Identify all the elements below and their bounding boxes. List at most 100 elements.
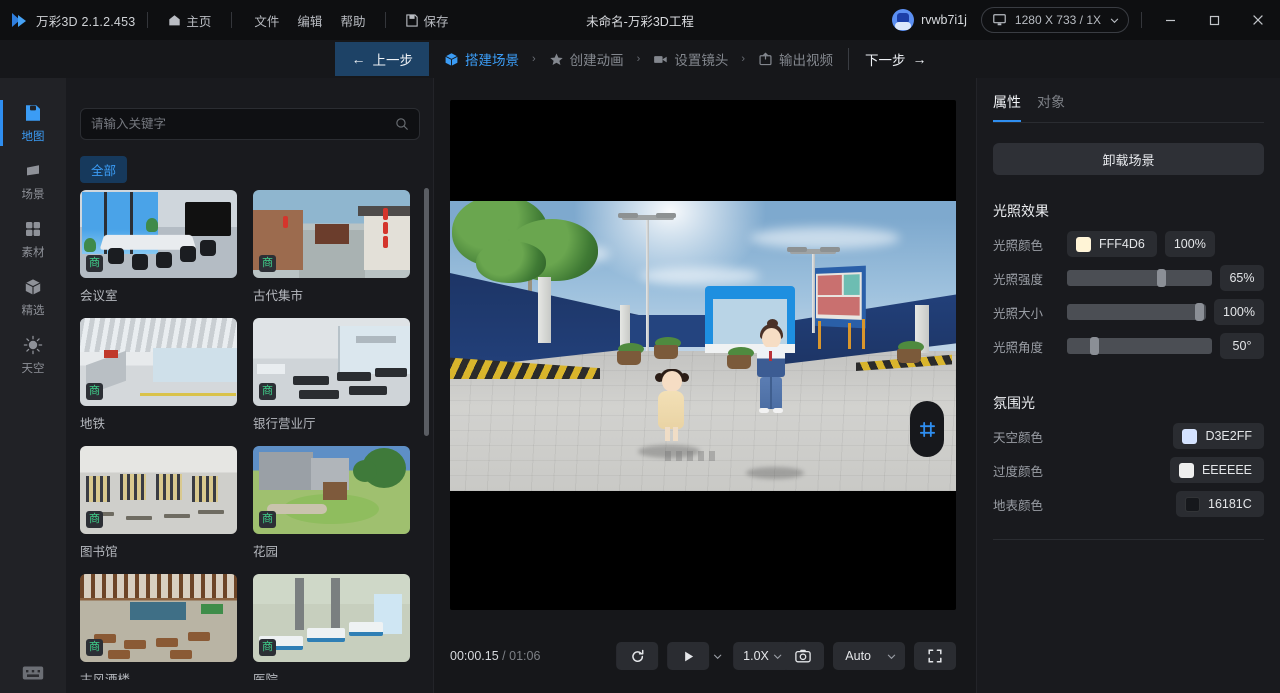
sidebar-item-scene[interactable]: 场景 — [0, 152, 66, 210]
light-intensity-slider[interactable] — [1067, 269, 1212, 287]
sidebar-item-featured[interactable]: 精选 — [0, 268, 66, 326]
divider — [993, 122, 1264, 123]
close-button[interactable] — [1236, 0, 1280, 40]
light-angle-slider[interactable] — [1067, 337, 1212, 355]
scene-thumbnail[interactable]: 商 — [80, 318, 237, 406]
tab-properties[interactable]: 属性 — [993, 92, 1021, 122]
play-button[interactable] — [667, 642, 710, 670]
light-size-value[interactable]: 100% — [1214, 299, 1264, 325]
list-item[interactable]: 商 花园 — [253, 446, 410, 560]
color-swatch[interactable] — [1182, 428, 1198, 444]
sky-color-field[interactable]: D3E2FF — [1173, 423, 1264, 449]
scene-thumbnail[interactable]: 商 — [80, 574, 237, 662]
account-button[interactable]: rvwb7i1j — [892, 9, 967, 31]
commercial-badge: 商 — [259, 383, 276, 400]
ground-color-field[interactable]: 16181C — [1176, 491, 1264, 517]
color-swatch[interactable] — [1178, 462, 1194, 478]
assets-icon — [26, 221, 40, 236]
list-item[interactable]: 商 地铁 — [80, 318, 237, 432]
transition-color-field[interactable]: EEEEEE — [1169, 457, 1264, 483]
resolution-label: 1280 X 733 / 1X — [1014, 13, 1101, 27]
tab-label: 属性 — [993, 94, 1021, 110]
scene-thumbnail[interactable]: 商 — [80, 446, 237, 534]
properties-tabs: 属性 对象 — [977, 78, 1280, 122]
3d-scene[interactable] — [450, 201, 956, 491]
color-swatch[interactable] — [1185, 496, 1200, 512]
keyboard-icon[interactable] — [22, 665, 44, 681]
light-color-field[interactable]: FFF4D6 — [1067, 231, 1157, 257]
light-color-opacity-value[interactable]: 100% — [1164, 231, 1215, 257]
menu-help[interactable]: 帮助 — [332, 7, 373, 34]
step-list: 搭建场景 › 创建动画 › 设置镜头 › 输出视频 — [429, 42, 848, 76]
sidebar-item-assets[interactable]: 素材 — [0, 210, 66, 268]
scene-thumbnail[interactable]: 商 — [253, 190, 410, 278]
minimize-button[interactable] — [1148, 0, 1192, 40]
fullscreen-button[interactable] — [914, 642, 956, 670]
scene-library-panel: 全部 商 — [66, 78, 434, 693]
playback-speed-value: 1.0X — [743, 649, 769, 663]
list-item[interactable]: 商 图书馆 — [80, 446, 237, 560]
property-label: 光照角度 — [993, 340, 1044, 355]
sidebar-item-map[interactable]: 地图 — [0, 94, 66, 152]
character-girl[interactable] — [655, 369, 689, 443]
step-set-camera[interactable]: 设置镜头 — [642, 42, 739, 76]
total-time: 01:06 — [509, 649, 541, 663]
unload-scene-button[interactable]: 卸载场景 — [993, 143, 1264, 175]
list-item[interactable]: 商 医院 — [253, 574, 410, 680]
save-button[interactable]: 保存 — [398, 7, 456, 34]
scene-thumbnail[interactable]: 商 — [253, 574, 410, 662]
filter-chips: 全部 — [80, 156, 128, 183]
scene-thumbnail[interactable]: 商 — [253, 318, 410, 406]
light-size-slider[interactable] — [1067, 303, 1207, 321]
list-item[interactable]: 商 银行营业厅 — [253, 318, 410, 432]
step-label: 输出视频 — [779, 53, 833, 68]
library-scrollbar[interactable] — [424, 188, 429, 658]
home-label: 主页 — [186, 14, 212, 29]
quality-selector[interactable]: Auto — [833, 642, 905, 670]
transform-gizmo-button[interactable] — [910, 401, 944, 457]
search-box[interactable] — [80, 108, 420, 140]
commercial-badge: 商 — [259, 255, 276, 272]
list-item[interactable]: 商 古代集市 — [253, 190, 410, 304]
time-separator: / — [502, 649, 506, 663]
player-controls: 00:00.15 / 01:06 1.0X Auto — [450, 639, 956, 673]
light-angle-value[interactable]: 50° — [1220, 333, 1264, 359]
chevron-down-icon — [1110, 18, 1119, 23]
filter-chip-all[interactable]: 全部 — [80, 156, 128, 183]
previous-step-label: 上一步 — [372, 53, 413, 68]
step-export-video[interactable]: 输出视频 — [747, 42, 844, 76]
list-item[interactable]: 商 古风酒楼 — [80, 574, 237, 680]
menu-edit[interactable]: 编辑 — [289, 7, 330, 34]
scene-name-label: 医院 — [253, 673, 279, 680]
preview-stage[interactable] — [450, 100, 956, 610]
home-button[interactable]: 主页 — [160, 7, 219, 34]
step-build-scene[interactable]: 搭建场景 — [433, 42, 530, 76]
scrollbar-thumb[interactable] — [424, 188, 429, 436]
sidebar-item-label: 素材 — [21, 246, 45, 259]
viewport-area: 00:00.15 / 01:06 1.0X Auto — [434, 78, 976, 693]
color-swatch[interactable] — [1076, 236, 1091, 252]
step-navigation-bar: ← 上一步 搭建场景 › 创建动画 › 设置镜头 › 输出视频 下一步 → — [0, 40, 1280, 78]
arrow-right-icon: → — [912, 51, 927, 67]
step-create-animation[interactable]: 创建动画 — [538, 42, 635, 76]
play-options-button[interactable] — [710, 642, 724, 670]
resolution-selector[interactable]: 1280 X 733 / 1X — [980, 7, 1129, 33]
scene-name-label: 古代集市 — [253, 289, 304, 303]
list-item[interactable]: 商 会议室 — [80, 190, 237, 304]
loop-button[interactable] — [616, 642, 659, 670]
menu-file-label: 文件 — [254, 14, 280, 29]
search-icon[interactable] — [395, 117, 409, 131]
search-input[interactable] — [91, 117, 395, 131]
sidebar-item-sky[interactable]: 天空 — [0, 326, 66, 384]
scene-thumbnail[interactable]: 商 — [80, 190, 237, 278]
next-step-button[interactable]: 下一步 → — [849, 42, 945, 76]
scene-thumbnail-grid: 商 会议室 商 古代集市 商 地铁 商 银行营业厅 商 图书馆 商 花园 商 古… — [80, 190, 426, 680]
scene-thumbnail[interactable]: 商 — [253, 446, 410, 534]
snapshot-button[interactable] — [782, 642, 825, 670]
previous-step-button[interactable]: ← 上一步 — [335, 42, 429, 76]
menu-file[interactable]: 文件 — [246, 7, 287, 34]
character-woman[interactable] — [755, 319, 789, 417]
maximize-button[interactable] — [1192, 0, 1236, 40]
tab-objects[interactable]: 对象 — [1037, 92, 1065, 122]
light-intensity-value[interactable]: 65% — [1220, 265, 1264, 291]
